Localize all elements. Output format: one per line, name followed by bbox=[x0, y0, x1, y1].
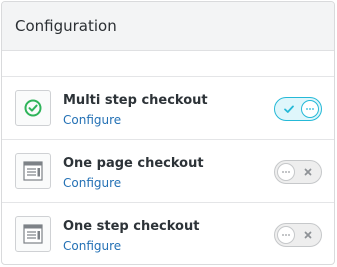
check-icon bbox=[284, 105, 294, 113]
panel-spacer bbox=[2, 51, 334, 77]
option-title: Multi step checkout bbox=[63, 93, 208, 108]
option-row-one-step: One step checkout Configure bbox=[2, 203, 334, 264]
option-title: One step checkout bbox=[63, 219, 200, 234]
configure-link[interactable]: Configure bbox=[63, 239, 121, 253]
close-icon bbox=[304, 168, 312, 176]
configure-link[interactable]: Configure bbox=[63, 113, 121, 127]
ellipsis-icon bbox=[306, 108, 314, 110]
ellipsis-icon bbox=[282, 234, 290, 236]
configure-link[interactable]: Configure bbox=[63, 176, 121, 190]
option-row-one-page: One page checkout Configure bbox=[2, 140, 334, 203]
one-page-toggle[interactable] bbox=[274, 160, 322, 184]
toggle-knob bbox=[301, 100, 319, 118]
panel-title: Configuration bbox=[15, 17, 117, 35]
ellipsis-icon bbox=[282, 171, 290, 173]
panel-header: Configuration bbox=[2, 2, 334, 51]
toggle-knob bbox=[277, 226, 295, 244]
configuration-panel: Configuration Multi step checkout Config… bbox=[1, 1, 335, 265]
one-step-toggle[interactable] bbox=[274, 223, 322, 247]
option-row-multi-step: Multi step checkout Configure bbox=[2, 77, 334, 140]
multi-step-toggle[interactable] bbox=[274, 97, 322, 121]
one-step-checkout-icon bbox=[15, 216, 51, 252]
option-title: One page checkout bbox=[63, 156, 204, 171]
close-icon bbox=[304, 231, 312, 239]
toggle-knob bbox=[277, 163, 295, 181]
multi-step-checkout-icon bbox=[15, 90, 51, 126]
one-page-checkout-icon bbox=[15, 153, 51, 189]
